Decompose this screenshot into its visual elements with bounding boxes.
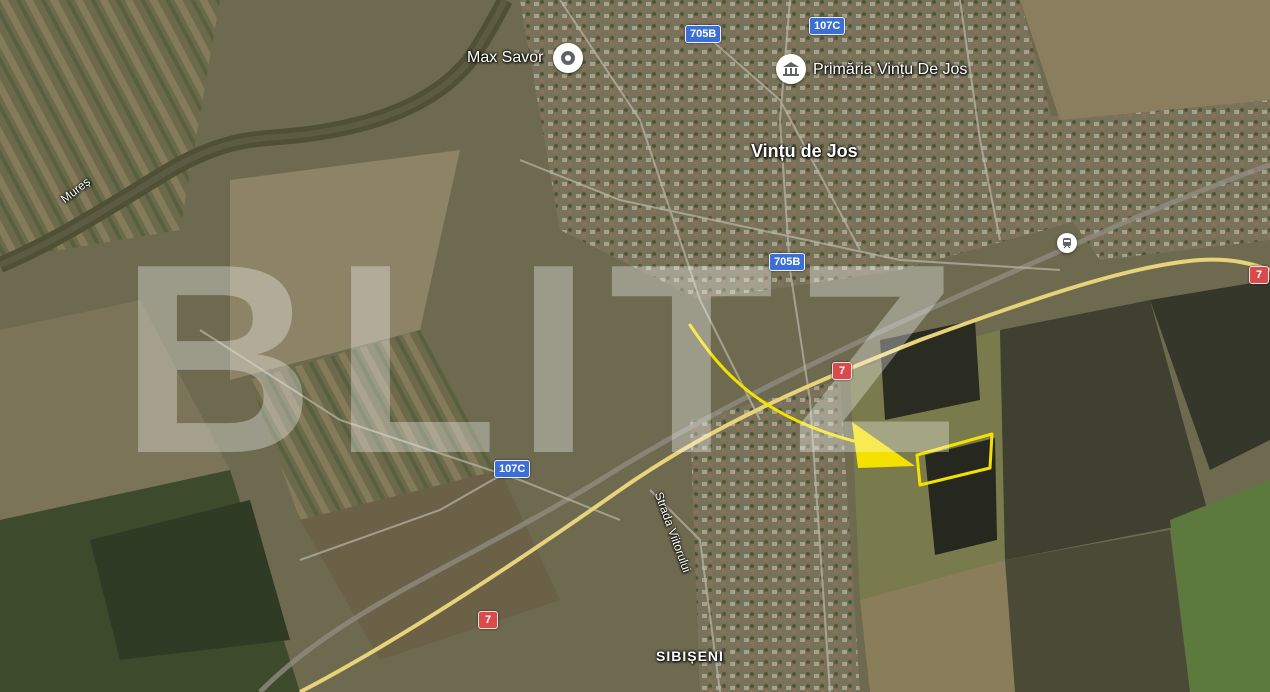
satellite-imagery [0,0,1270,692]
train-station-icon[interactable] [1057,233,1077,253]
road-shield-705b: 705B [685,25,722,43]
road-shield-107c: 107C [809,17,846,35]
location-pin-icon[interactable] [553,43,583,73]
road-shield-7: 7 [1249,266,1269,284]
road-shield-705b: 705B [769,253,806,271]
poi-label-primaria[interactable]: Primăria Vințu De Jos [813,61,967,79]
town-hall-icon[interactable] [776,54,806,84]
road-shield-7: 7 [832,362,852,380]
road-shield-7: 7 [478,611,498,629]
poi-label-max-savor[interactable]: Max Savor [467,49,543,67]
satellite-map[interactable]: BLITZ 705B 107C 705B 107C 7 7 7 Max Savo… [0,0,1270,692]
town-label: Vințu de Jos [751,141,858,161]
road-shield-107c: 107C [494,460,531,478]
village-label: SIBIȘENI [656,648,724,664]
